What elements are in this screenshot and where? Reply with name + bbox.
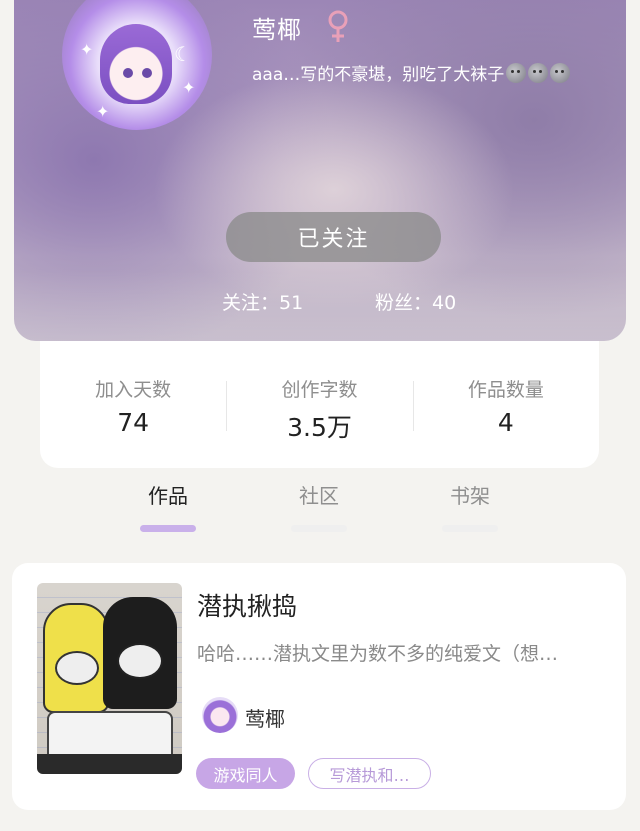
followers-count[interactable]: 粉丝：40 xyxy=(375,288,456,315)
star-icon: ✦ xyxy=(80,40,94,59)
moon-face-icon xyxy=(506,63,527,83)
moon-icon: ☾ xyxy=(174,42,192,66)
stat-label: 作品数量 xyxy=(467,379,544,401)
star-icon: ✦ xyxy=(96,102,110,121)
avatar-face xyxy=(100,24,172,104)
tab-label: 作品 xyxy=(148,484,188,508)
profile-header: ✦ ✦ ✦ ☾ 莺椰 aaa…写的不豪堪，别吃了大袜子 已关注 关注：51 粉丝… xyxy=(14,0,626,341)
star-icon: ✦ xyxy=(182,78,196,97)
bio-text: aaa…写的不豪堪，别吃了大袜子 xyxy=(252,65,505,85)
tab-indicator xyxy=(442,525,498,532)
work-description: 哈哈……潜执文里为数不多的纯爱文（想… xyxy=(197,643,559,665)
work-title[interactable]: 潜执揪捣 xyxy=(197,587,297,623)
tab-label: 社区 xyxy=(299,484,339,508)
stat-value: 4 xyxy=(497,408,514,437)
stat-works-count: 作品数量 4 xyxy=(412,341,599,468)
work-tag[interactable]: 游戏同人 xyxy=(196,758,295,789)
stat-word-count: 创作字数 3.5万 xyxy=(226,341,412,468)
stat-label: 创作字数 xyxy=(281,379,358,401)
tab-label: 书架 xyxy=(450,484,490,508)
following-count[interactable]: 关注：51 xyxy=(222,288,303,315)
moon-face-icon xyxy=(528,63,549,83)
stat-value: 74 xyxy=(117,408,150,437)
stat-join-days: 加入天数 74 xyxy=(40,341,226,468)
tab-bookshelf[interactable]: 书架 xyxy=(430,480,510,532)
work-cover-image[interactable] xyxy=(37,583,182,774)
tab-indicator xyxy=(291,525,347,532)
tab-works[interactable]: 作品 xyxy=(128,480,208,532)
profile-tabs: 作品 社区 书架 xyxy=(0,480,640,532)
stat-value: 3.5万 xyxy=(287,413,352,442)
work-card[interactable]: 潜执揪捣 哈哈……潜执文里为数不多的纯爱文（想… 莺椰 游戏同人 写潜执和… xyxy=(12,563,626,810)
stat-label: 加入天数 xyxy=(95,379,172,401)
stats-panel: 加入天数 74 创作字数 3.5万 作品数量 4 xyxy=(40,341,599,468)
work-tag[interactable]: 写潜执和… xyxy=(308,758,431,789)
profile-bio: aaa…写的不豪堪，别吃了大袜子 xyxy=(252,60,571,85)
tab-community[interactable]: 社区 xyxy=(279,480,359,532)
profile-avatar[interactable]: ✦ ✦ ✦ ☾ xyxy=(62,0,212,130)
female-icon xyxy=(328,10,348,42)
tab-indicator xyxy=(140,525,196,532)
work-author[interactable]: 莺椰 xyxy=(245,703,285,732)
author-avatar[interactable] xyxy=(202,697,238,733)
follow-button[interactable]: 已关注 xyxy=(226,212,441,262)
profile-nickname: 莺椰 xyxy=(252,16,302,44)
moon-face-icon xyxy=(550,63,571,83)
